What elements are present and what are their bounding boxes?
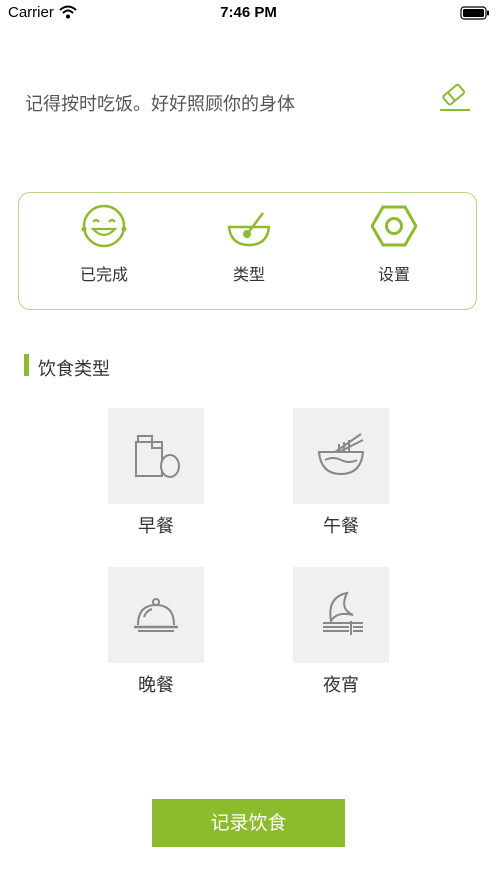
meal-dinner[interactable]: 晚餐: [108, 567, 204, 697]
section-title: 饮食类型: [38, 359, 110, 380]
smiley-face-icon: [81, 204, 127, 248]
hex-nut-icon: [371, 205, 417, 247]
bottle-egg-icon: [135, 435, 180, 478]
moon-fork-icon: [323, 591, 363, 635]
feature-label: 类型: [232, 265, 265, 284]
bowl-spoon-icon: [227, 212, 271, 247]
meal-tile[interactable]: [293, 567, 389, 663]
meal-label: 早餐: [138, 516, 174, 537]
meal-label: 夜宵: [323, 675, 359, 696]
noodle-bowl-icon: [317, 433, 365, 476]
feature-label: 已完成: [79, 265, 128, 284]
meal-tile[interactable]: [108, 567, 204, 663]
meal-lunch[interactable]: 午餐: [293, 408, 389, 538]
record-diet-button[interactable]: 记录饮食: [152, 799, 345, 847]
meal-label: 晚餐: [138, 675, 174, 696]
eraser-icon: [440, 83, 470, 111]
meal-tile[interactable]: [293, 408, 389, 504]
intro-text: 记得按时吃饭。好好照顾你的身体: [25, 94, 295, 115]
status-time: 7:46 PM: [220, 4, 277, 21]
meal-late-night[interactable]: 夜宵: [293, 567, 389, 697]
feature-completed[interactable]: 已完成: [54, 193, 154, 311]
feature-settings[interactable]: 设置: [344, 193, 444, 311]
feature-label: 设置: [377, 265, 410, 284]
meal-breakfast[interactable]: 早餐: [108, 408, 204, 538]
feature-card: 已完成 类型 设置: [18, 192, 477, 310]
meal-tile[interactable]: [108, 408, 204, 504]
cloche-icon: [134, 598, 178, 632]
meal-label: 午餐: [323, 516, 359, 537]
status-bar: Carrier 7:46 PM: [0, 0, 497, 26]
clear-button[interactable]: [436, 83, 472, 115]
feature-type[interactable]: 类型: [199, 193, 299, 311]
section-accent-bar: [24, 354, 29, 376]
battery-icon: [460, 5, 490, 24]
